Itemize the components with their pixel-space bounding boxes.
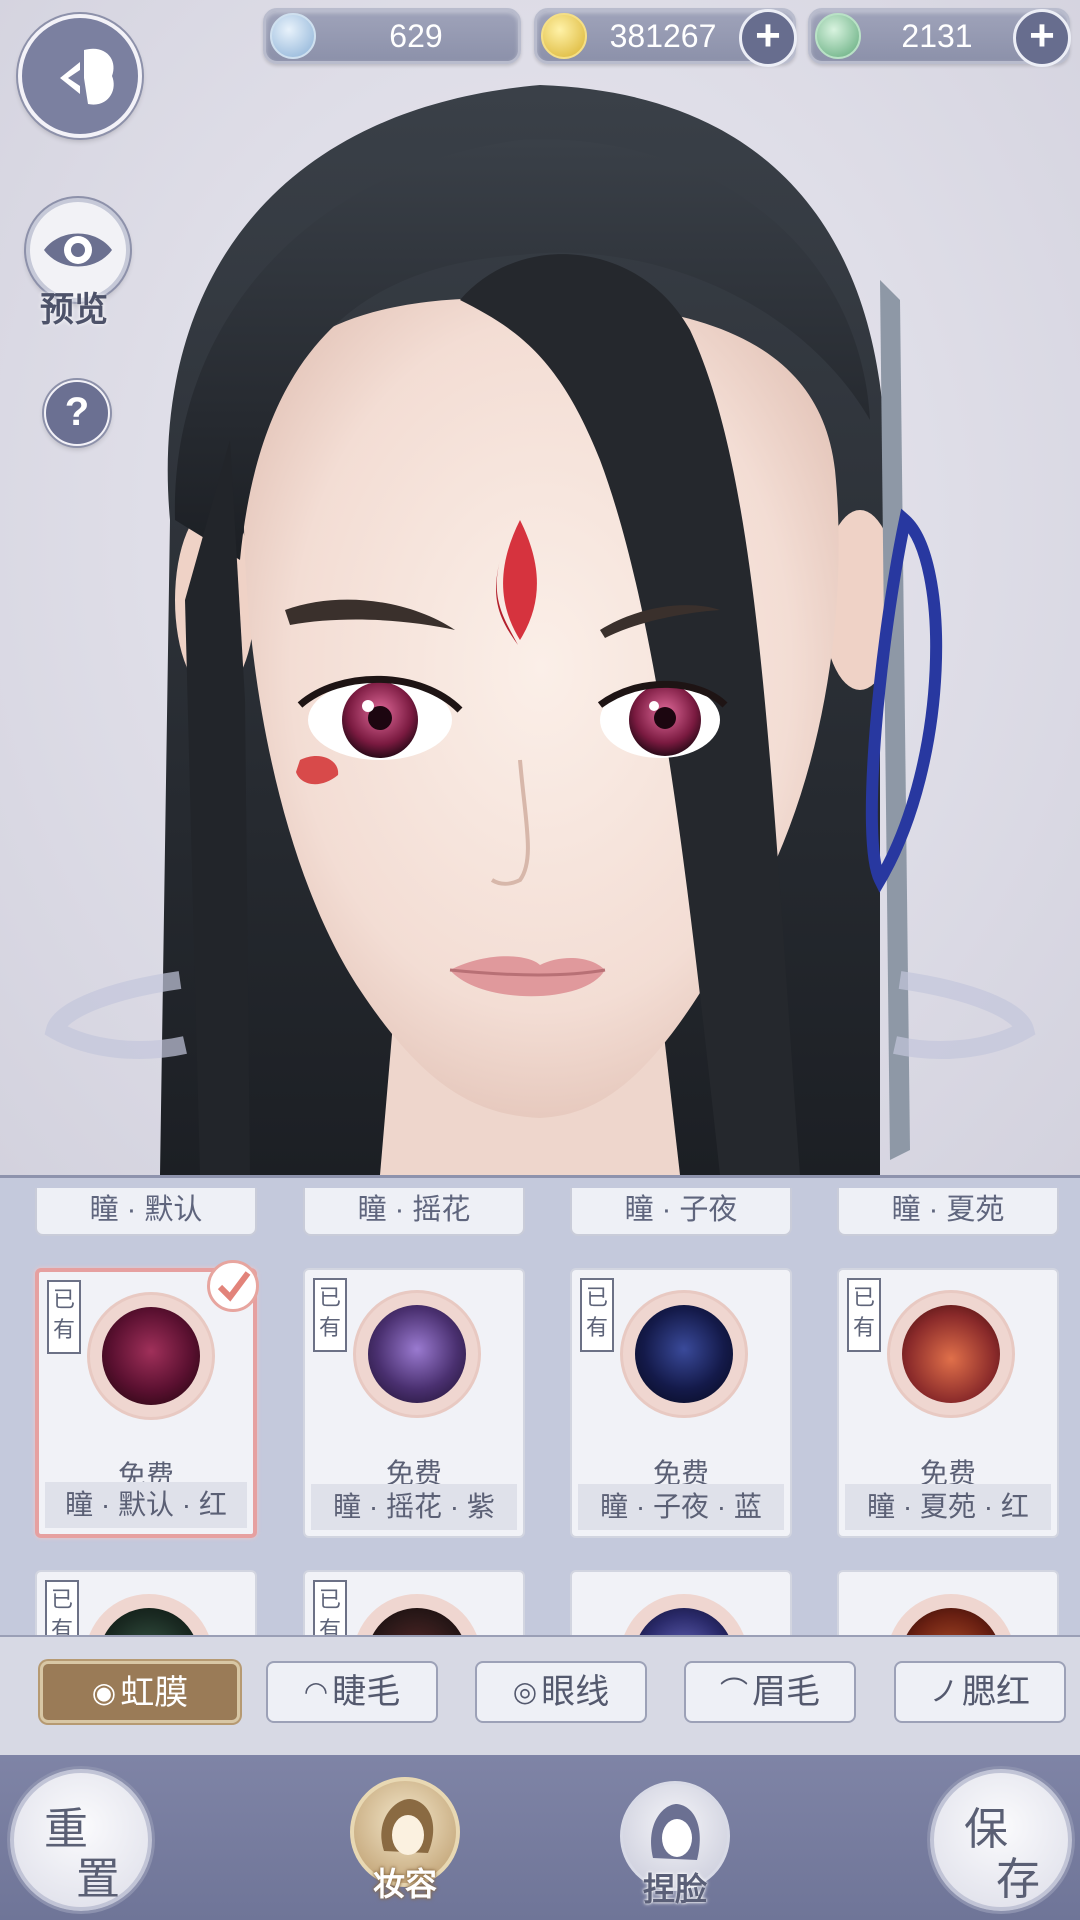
iris-swatch	[353, 1290, 481, 1418]
makeup-label: 妆容	[372, 1865, 437, 1903]
save-label-2: 存	[996, 1854, 1040, 1905]
face-sculpt-tab-button[interactable]: 捏脸	[620, 1781, 730, 1908]
item-name: 瞳 · 摇花 · 紫	[311, 1484, 517, 1530]
eyebrow-icon: ⌒	[719, 1675, 748, 1708]
character-model	[44, 85, 1036, 1175]
save-button[interactable]: 保 存	[930, 1769, 1072, 1911]
spirit-dragon-icon	[815, 13, 861, 59]
coin-icon	[541, 13, 587, 59]
character-viewport[interactable]: 预览 ? 629 381267 + 2131 +	[0, 0, 1080, 1175]
selected-check-icon	[207, 1260, 259, 1312]
category-label: 瞳 · 摇花	[303, 1188, 525, 1236]
iris-card-ziye-blue[interactable]: 已有 免费 瞳 · 子夜 · 蓝	[570, 1268, 792, 1538]
blush-icon: ノ	[929, 1675, 958, 1708]
makeup-category-tabs: ◉ 虹膜 ◠ 睫毛 ◎ 眼线 ⌒ 眉毛 ノ腮红	[0, 1635, 1080, 1755]
tab-eyelash[interactable]: ◠ 睫毛	[266, 1661, 438, 1723]
tab-label: 虹膜	[120, 1673, 189, 1713]
owned-badge: 已有	[45, 1580, 79, 1635]
iris-card-row2[interactable]	[837, 1570, 1059, 1635]
currency-coin: 381267 +	[534, 8, 797, 67]
currency-jade: 629	[263, 8, 521, 64]
tab-label: 眉毛	[752, 1672, 820, 1712]
category-label: 瞳 · 默认	[35, 1188, 257, 1236]
iris-icon: ◉	[91, 1676, 117, 1709]
tab-eyeliner[interactable]: ◎ 眼线	[475, 1661, 647, 1723]
eyelash-icon: ◠	[303, 1675, 329, 1708]
back-button[interactable]	[18, 14, 142, 138]
iris-swatch	[887, 1594, 1015, 1635]
tab-eyebrow[interactable]: ⌒ 眉毛	[684, 1661, 856, 1723]
reset-label-2: 置	[76, 1854, 120, 1905]
owned-badge: 已有	[47, 1280, 81, 1354]
reset-button[interactable]: 重 置	[10, 1769, 152, 1911]
iris-swatch	[620, 1290, 748, 1418]
iris-swatch	[353, 1594, 481, 1635]
iris-swatch	[87, 1292, 215, 1420]
makeup-tab-button[interactable]: 妆容	[350, 1777, 460, 1903]
tab-label: 腮红	[962, 1672, 1030, 1712]
owned-badge: 已有	[580, 1278, 614, 1352]
help-icon: ?	[64, 390, 90, 434]
bottom-nav: 重 置 妆容 捏脸 保 存	[0, 1755, 1080, 1920]
help-button[interactable]: ?	[44, 380, 110, 446]
iris-swatch	[620, 1594, 748, 1635]
iris-card-row2[interactable]: 已有	[303, 1570, 525, 1635]
spirit-amount: 2131	[901, 18, 973, 54]
tab-label: 眼线	[541, 1672, 610, 1712]
add-spirit-button[interactable]: +	[1013, 9, 1071, 67]
iris-card-row2[interactable]	[570, 1570, 792, 1635]
currency-spirit: 2131 +	[808, 8, 1071, 67]
face-sculpt-label: 捏脸	[642, 1870, 707, 1908]
iris-swatch	[85, 1594, 213, 1635]
iris-card-yaohua-purple[interactable]: 已有 免费 瞳 · 摇花 · 紫	[303, 1268, 525, 1538]
category-label: 瞳 · 子夜	[570, 1188, 792, 1236]
owned-badge: 已有	[847, 1278, 881, 1352]
item-name: 瞳 · 夏苑 · 红	[845, 1484, 1051, 1530]
eyeliner-icon: ◎	[512, 1675, 538, 1708]
item-name: 瞳 · 子夜 · 蓝	[578, 1484, 784, 1530]
butterfly-back-icon	[60, 48, 114, 105]
jade-wave-icon	[270, 13, 316, 59]
add-coin-button[interactable]: +	[739, 9, 797, 67]
item-name: 瞳 · 默认 · 红	[45, 1482, 247, 1528]
jade-amount: 629	[389, 18, 443, 54]
category-label: 瞳 · 夏苑	[837, 1188, 1059, 1236]
tab-iris[interactable]: ◉ 虹膜	[40, 1661, 240, 1723]
iris-card-row2[interactable]: 已有	[35, 1570, 257, 1635]
iris-swatch	[887, 1290, 1015, 1418]
preview-label: 预览	[40, 290, 108, 330]
owned-badge: 已有	[313, 1580, 347, 1635]
owned-badge: 已有	[313, 1278, 347, 1352]
iris-item-panel[interactable]: 瞳 · 默认 已有 免费 瞳 · 默认 · 红 已有 瞳 · 摇花 已有 免费 …	[0, 1175, 1080, 1635]
iris-card-default-red[interactable]: 已有 免费 瞳 · 默认 · 红	[35, 1260, 259, 1538]
tab-label: 睫毛	[332, 1672, 401, 1712]
tab-blush[interactable]: ノ腮红	[894, 1661, 1066, 1723]
coin-amount: 381267	[609, 18, 717, 54]
iris-card-xiayuan-red[interactable]: 已有 免费 瞳 · 夏苑 · 红	[837, 1268, 1059, 1538]
